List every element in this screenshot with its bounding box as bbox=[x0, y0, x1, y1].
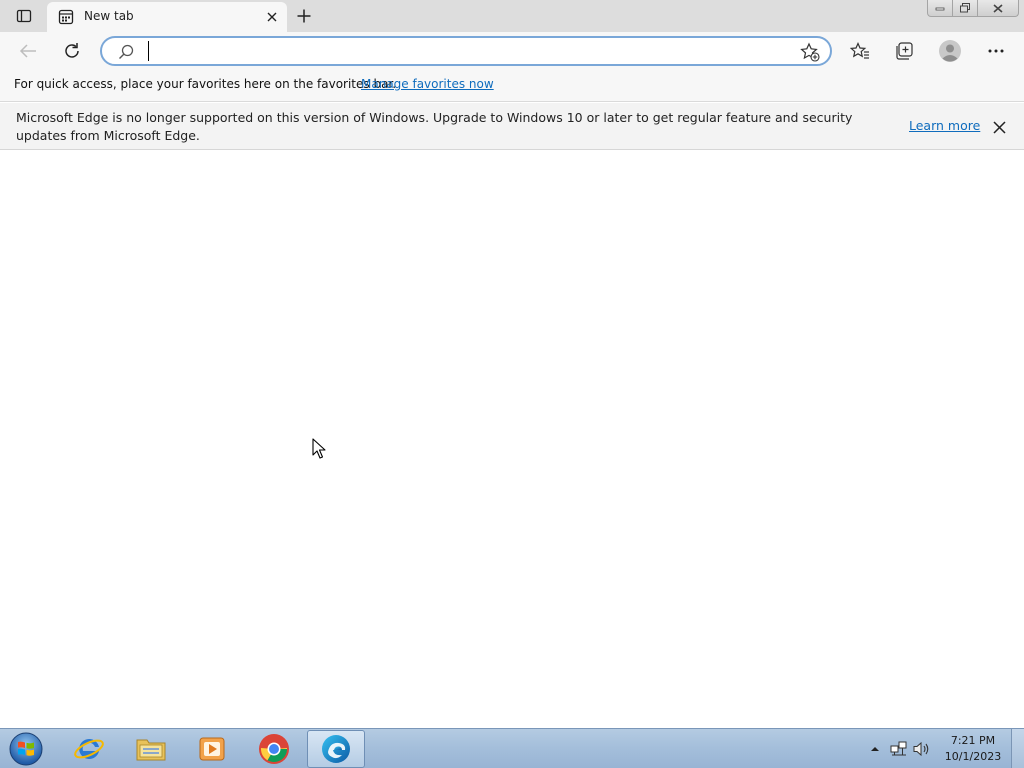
show-hidden-icons-button[interactable] bbox=[866, 740, 884, 758]
network-button[interactable] bbox=[890, 740, 908, 758]
add-favorite-icon[interactable] bbox=[800, 42, 820, 62]
volume-button[interactable] bbox=[913, 740, 931, 758]
refresh-icon bbox=[65, 43, 79, 58]
close-icon bbox=[267, 12, 277, 22]
start-button[interactable] bbox=[6, 730, 46, 768]
close-icon bbox=[993, 3, 1003, 13]
close-window-button[interactable] bbox=[977, 0, 1019, 17]
network-icon bbox=[890, 741, 907, 756]
clock-time: 7:21 PM bbox=[950, 734, 996, 747]
arrow-left-icon bbox=[19, 44, 36, 58]
internet-explorer-icon bbox=[74, 738, 104, 759]
favorites-bar: For quick access, place your favorites h… bbox=[0, 70, 1024, 102]
manage-favorites-link[interactable]: Manage favorites now bbox=[361, 77, 494, 91]
favorites-button[interactable] bbox=[844, 35, 876, 67]
tab-close-button[interactable] bbox=[263, 8, 281, 26]
mouse-cursor-icon bbox=[312, 438, 326, 459]
tab-strip: New tab bbox=[0, 0, 1024, 32]
tab-actions-icon bbox=[16, 9, 32, 23]
tab-actions-button[interactable] bbox=[8, 5, 40, 27]
more-icon bbox=[988, 49, 1004, 53]
favorites-bar-message: For quick access, place your favorites h… bbox=[14, 77, 397, 91]
collections-icon bbox=[896, 42, 913, 60]
unsupported-os-infobar: Microsoft Edge is no longer supported on… bbox=[0, 103, 1024, 150]
taskbar-app-media-player[interactable] bbox=[183, 730, 241, 768]
taskbar-app-chrome[interactable] bbox=[245, 730, 303, 768]
speaker-icon bbox=[913, 741, 929, 757]
close-icon bbox=[992, 120, 1006, 134]
plus-icon bbox=[297, 9, 311, 23]
toolbar bbox=[0, 32, 1024, 70]
taskbar-clock[interactable]: 7:21 PM 10/1/2023 bbox=[938, 733, 1008, 765]
favorites-icon bbox=[850, 42, 869, 59]
back-button[interactable] bbox=[12, 35, 44, 67]
learn-more-link[interactable]: Learn more bbox=[909, 118, 980, 133]
clock-date: 10/1/2023 bbox=[944, 750, 1002, 763]
infobar-close-button[interactable] bbox=[988, 116, 1010, 138]
infobar-message: Microsoft Edge is no longer supported on… bbox=[16, 110, 853, 143]
new-tab-button[interactable] bbox=[292, 4, 316, 28]
restore-icon bbox=[960, 3, 970, 13]
show-desktop-button[interactable] bbox=[1011, 729, 1024, 768]
tab-new-tab[interactable]: New tab bbox=[47, 2, 287, 32]
edge-icon bbox=[322, 735, 350, 763]
new-tab-page-icon bbox=[58, 9, 74, 25]
windows-start-orb-icon bbox=[9, 732, 43, 766]
collections-button[interactable] bbox=[888, 35, 920, 67]
taskbar-app-internet-explorer[interactable] bbox=[60, 730, 118, 768]
media-player-icon bbox=[199, 737, 225, 761]
search-icon bbox=[119, 44, 134, 59]
settings-and-more-button[interactable] bbox=[980, 35, 1012, 67]
avatar-icon bbox=[939, 40, 961, 62]
taskbar-app-file-explorer[interactable] bbox=[122, 730, 180, 768]
taskbar: 7:21 PM 10/1/2023 bbox=[0, 728, 1024, 768]
restore-button[interactable] bbox=[952, 0, 978, 17]
page-content bbox=[0, 150, 1024, 728]
taskbar-app-edge[interactable] bbox=[307, 730, 365, 768]
folder-icon bbox=[136, 739, 166, 761]
refresh-button[interactable] bbox=[56, 35, 88, 67]
address-input[interactable] bbox=[148, 41, 788, 61]
address-bar[interactable] bbox=[100, 36, 832, 66]
chevron-up-icon bbox=[871, 747, 879, 751]
minimize-button[interactable] bbox=[927, 0, 953, 17]
tab-title: New tab bbox=[84, 9, 134, 23]
profile-button[interactable] bbox=[934, 35, 966, 67]
chrome-icon bbox=[259, 734, 289, 764]
minimize-icon bbox=[935, 7, 945, 11]
